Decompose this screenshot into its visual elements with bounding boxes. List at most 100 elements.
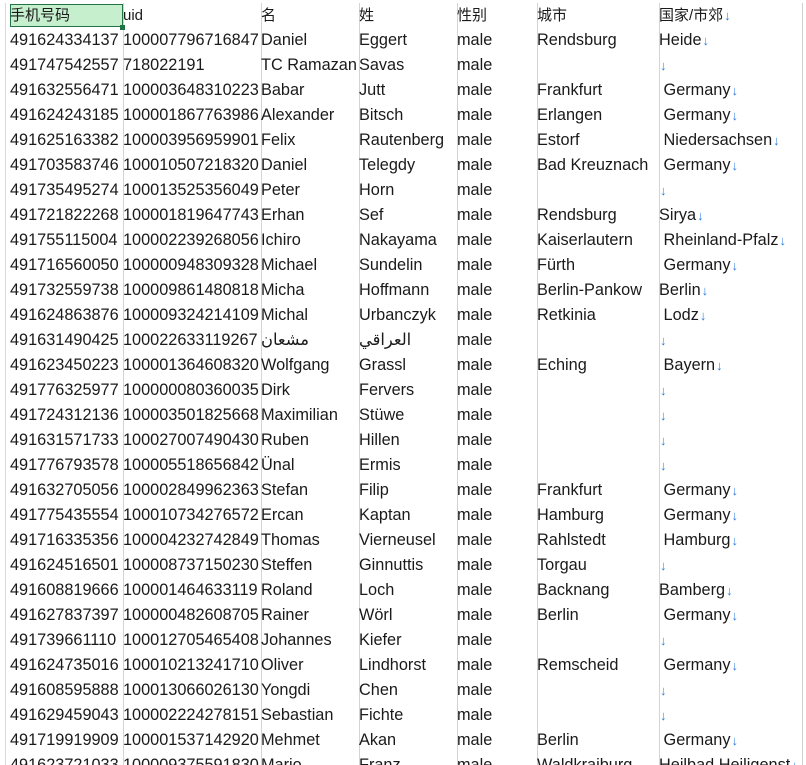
cell-city[interactable]: Berlin xyxy=(537,603,659,628)
cell-uid[interactable]: 100003648310223 xyxy=(123,78,261,103)
cell-first-name[interactable]: Roland xyxy=(261,578,359,603)
cell-first-name[interactable]: Maximilian xyxy=(261,403,359,428)
cell-country[interactable]: ↓ xyxy=(659,553,803,578)
cell-country[interactable]: ↓ xyxy=(659,328,803,353)
cell-last-name[interactable]: Savas xyxy=(359,53,457,78)
cell-phone[interactable]: 491775435554 xyxy=(10,503,123,528)
cell-last-name[interactable]: Ermis xyxy=(359,453,457,478)
cell-uid[interactable]: 718022191 xyxy=(123,53,261,78)
cell-phone[interactable]: 491632556471 xyxy=(10,78,123,103)
cell-last-name[interactable]: Horn xyxy=(359,178,457,203)
cell-phone[interactable]: 491623721033 xyxy=(10,753,123,765)
cell-last-name[interactable]: Nakayama xyxy=(359,228,457,253)
cell-city[interactable] xyxy=(537,428,659,453)
header-cell-gender[interactable]: 性别 xyxy=(457,3,537,28)
cell-first-name[interactable]: Dirk xyxy=(261,378,359,403)
cell-country[interactable]: Rheinland-Pfalz↓ xyxy=(659,228,803,253)
cell-last-name[interactable]: Jutt xyxy=(359,78,457,103)
cell-gender[interactable]: male xyxy=(457,603,537,628)
cell-country[interactable]: ↓ xyxy=(659,378,803,403)
cell-phone[interactable]: 491631490425 xyxy=(10,328,123,353)
cell-phone[interactable]: 491608595888 xyxy=(10,678,123,703)
cell-phone[interactable]: 491608819666 xyxy=(10,578,123,603)
cell-gender[interactable]: male xyxy=(457,653,537,678)
cell-country[interactable]: ↓ xyxy=(659,703,803,728)
cell-city[interactable]: Hamburg xyxy=(537,503,659,528)
cell-gender[interactable]: male xyxy=(457,303,537,328)
cell-country[interactable]: ↓ xyxy=(659,178,803,203)
cell-gender[interactable]: male xyxy=(457,53,537,78)
cell-first-name[interactable]: Felix xyxy=(261,128,359,153)
cell-first-name[interactable]: Steffen xyxy=(261,553,359,578)
header-cell-first-name[interactable]: 名 xyxy=(261,3,359,28)
cell-uid[interactable]: 100010507218320 xyxy=(123,153,261,178)
cell-city[interactable]: Torgau xyxy=(537,553,659,578)
cell-last-name[interactable]: Kiefer xyxy=(359,628,457,653)
cell-uid[interactable]: 100003501825668 xyxy=(123,403,261,428)
cell-phone[interactable]: 491747542557 xyxy=(10,53,123,78)
cell-phone[interactable]: 491625163382 xyxy=(10,128,123,153)
cell-country[interactable]: Germany↓ xyxy=(659,653,803,678)
cell-country[interactable]: Germany↓ xyxy=(659,78,803,103)
cell-uid[interactable]: 100010213241710 xyxy=(123,653,261,678)
cell-last-name[interactable]: Sef xyxy=(359,203,457,228)
cell-gender[interactable]: male xyxy=(457,553,537,578)
cell-last-name[interactable]: Vierneusel xyxy=(359,528,457,553)
cell-city[interactable]: Estorf xyxy=(537,128,659,153)
cell-first-name[interactable]: Michael xyxy=(261,253,359,278)
cell-phone[interactable]: 491735495274 xyxy=(10,178,123,203)
cell-uid[interactable]: 100004232742849 xyxy=(123,528,261,553)
cell-country[interactable]: Bamberg↓ xyxy=(659,578,803,603)
cell-gender[interactable]: male xyxy=(457,228,537,253)
cell-country[interactable]: ↓ xyxy=(659,678,803,703)
cell-phone[interactable]: 491776793578 xyxy=(10,453,123,478)
cell-city[interactable]: Eching xyxy=(537,353,659,378)
cell-city[interactable] xyxy=(537,378,659,403)
header-cell-country[interactable]: 国家/市郊↓ xyxy=(659,3,803,28)
cell-country[interactable]: Heilbad Heiligenst↓ xyxy=(659,753,803,765)
cell-first-name[interactable]: Oliver xyxy=(261,653,359,678)
cell-last-name[interactable]: Fervers xyxy=(359,378,457,403)
cell-first-name[interactable]: Wolfgang xyxy=(261,353,359,378)
cell-uid[interactable]: 100000080360035 xyxy=(123,378,261,403)
cell-phone[interactable]: 491724312136 xyxy=(10,403,123,428)
cell-first-name[interactable]: Michal xyxy=(261,303,359,328)
cell-city[interactable]: Frankfurt xyxy=(537,478,659,503)
cell-first-name[interactable]: Daniel xyxy=(261,153,359,178)
cell-city[interactable]: Kaiserlautern xyxy=(537,228,659,253)
cell-first-name[interactable]: TC Ramazan xyxy=(261,53,359,78)
cell-country[interactable]: Heide↓ xyxy=(659,28,803,53)
cell-last-name[interactable]: Lindhorst xyxy=(359,653,457,678)
cell-first-name[interactable]: Babar xyxy=(261,78,359,103)
cell-phone[interactable]: 491719919909 xyxy=(10,728,123,753)
cell-last-name[interactable]: Ginnuttis xyxy=(359,553,457,578)
cell-city[interactable] xyxy=(537,53,659,78)
cell-uid[interactable]: 100005518656842 xyxy=(123,453,261,478)
cell-city[interactable] xyxy=(537,703,659,728)
cell-country[interactable]: Germany↓ xyxy=(659,153,803,178)
cell-gender[interactable]: male xyxy=(457,678,537,703)
cell-last-name[interactable]: Eggert xyxy=(359,28,457,53)
cell-first-name[interactable]: Erhan xyxy=(261,203,359,228)
cell-last-name[interactable]: Grassl xyxy=(359,353,457,378)
cell-gender[interactable]: male xyxy=(457,403,537,428)
cell-last-name[interactable]: Wörl xyxy=(359,603,457,628)
cell-city[interactable]: Backnang xyxy=(537,578,659,603)
cell-phone[interactable]: 491776325977 xyxy=(10,378,123,403)
cell-gender[interactable]: male xyxy=(457,703,537,728)
cell-city[interactable] xyxy=(537,328,659,353)
cell-gender[interactable]: male xyxy=(457,528,537,553)
cell-phone[interactable]: 491624516501 xyxy=(10,553,123,578)
cell-uid[interactable]: 100001364608320 xyxy=(123,353,261,378)
cell-first-name[interactable]: Yongdi xyxy=(261,678,359,703)
cell-last-name[interactable]: Filip xyxy=(359,478,457,503)
cell-first-name[interactable]: Rainer xyxy=(261,603,359,628)
cell-city[interactable]: Retkinia xyxy=(537,303,659,328)
cell-country[interactable]: Germany↓ xyxy=(659,503,803,528)
cell-city[interactable] xyxy=(537,178,659,203)
cell-city[interactable]: Berlin-Pankow xyxy=(537,278,659,303)
cell-uid[interactable]: 100002239268056 xyxy=(123,228,261,253)
cell-uid[interactable]: 100001464633119 xyxy=(123,578,261,603)
cell-first-name[interactable]: Stefan xyxy=(261,478,359,503)
cell-first-name[interactable]: Ünal xyxy=(261,453,359,478)
